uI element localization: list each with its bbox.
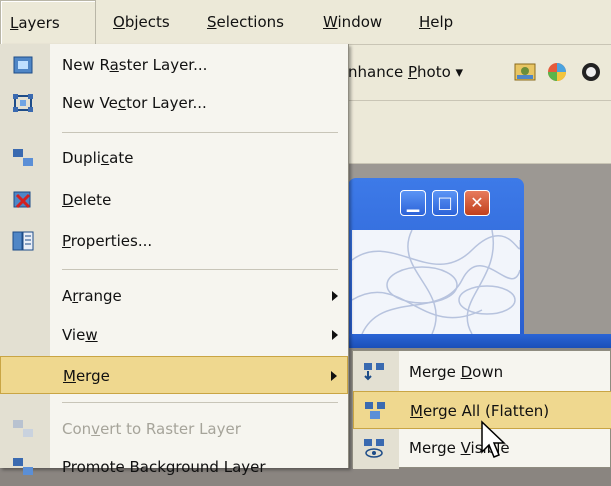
menu-item-promote-background[interactable]: Promote Background Layer bbox=[0, 448, 348, 486]
new-raster-layer-icon bbox=[13, 56, 33, 74]
menu-item-duplicate[interactable]: Duplicate bbox=[0, 139, 348, 177]
tool-options-bar bbox=[348, 101, 611, 164]
menu-item-view[interactable]: View bbox=[0, 316, 348, 354]
new-vector-layer-icon bbox=[13, 94, 33, 112]
layers-menu: New Raster Layer... New Vector Layer... … bbox=[0, 44, 349, 476]
convert-layer-icon bbox=[13, 420, 33, 437]
enhance-photo-button[interactable]: nhance Photo ▾ bbox=[348, 45, 463, 100]
image-canvas[interactable] bbox=[352, 230, 520, 334]
menu-item-merge[interactable]: Merge bbox=[0, 356, 348, 394]
submenu-arrow-icon bbox=[331, 371, 337, 381]
toolbar: nhance Photo ▾ bbox=[348, 45, 611, 101]
submenu-arrow-icon bbox=[332, 330, 338, 340]
menu-separator bbox=[62, 132, 338, 133]
color-wheel-icon[interactable] bbox=[546, 61, 568, 83]
menu-separator bbox=[62, 402, 338, 403]
swirl-pattern-image bbox=[352, 230, 520, 334]
menu-window[interactable]: Window bbox=[314, 0, 391, 44]
chevron-down-icon: ▾ bbox=[455, 63, 464, 81]
menu-item-merge-down[interactable]: Merge Down bbox=[353, 353, 611, 391]
minimize-button[interactable]: ▁ bbox=[400, 190, 426, 216]
image-window: ▁ □ ✕ bbox=[348, 178, 524, 334]
menu-item-new-raster-layer[interactable]: New Raster Layer... bbox=[0, 46, 348, 84]
menu-bar: Layers Objects Selections Window Help bbox=[0, 0, 611, 45]
close-icon: ✕ bbox=[470, 193, 484, 212]
duplicate-icon bbox=[13, 149, 33, 166]
menu-item-delete[interactable]: Delete bbox=[0, 181, 348, 219]
menu-help[interactable]: Help bbox=[410, 0, 462, 44]
merge-down-icon bbox=[364, 363, 384, 381]
document-titlebar bbox=[348, 334, 611, 348]
merge-visible-icon bbox=[364, 439, 384, 458]
submenu-arrow-icon bbox=[332, 291, 338, 301]
menu-layers[interactable]: Layers bbox=[0, 0, 96, 44]
photo-icon[interactable] bbox=[514, 61, 536, 83]
menu-selections[interactable]: Selections bbox=[198, 0, 293, 44]
menu-item-arrange[interactable]: Arrange bbox=[0, 277, 348, 315]
maximize-icon: □ bbox=[437, 193, 453, 212]
delete-icon bbox=[13, 191, 31, 209]
menu-item-properties[interactable]: Properties... bbox=[0, 222, 348, 260]
properties-icon bbox=[12, 231, 34, 251]
menu-separator bbox=[62, 269, 338, 270]
menu-item-convert-to-raster[interactable]: Convert to Raster Layer bbox=[0, 410, 348, 448]
merge-all-icon bbox=[365, 402, 385, 419]
retouch-icon[interactable] bbox=[580, 61, 602, 83]
promote-background-icon bbox=[13, 458, 33, 475]
menu-item-new-vector-layer[interactable]: New Vector Layer... bbox=[0, 84, 348, 122]
maximize-button[interactable]: □ bbox=[432, 190, 458, 216]
minimize-icon: ▁ bbox=[406, 193, 420, 212]
menu-objects[interactable]: Objects bbox=[104, 0, 179, 44]
mouse-cursor-icon bbox=[481, 420, 506, 458]
close-button[interactable]: ✕ bbox=[464, 190, 490, 216]
